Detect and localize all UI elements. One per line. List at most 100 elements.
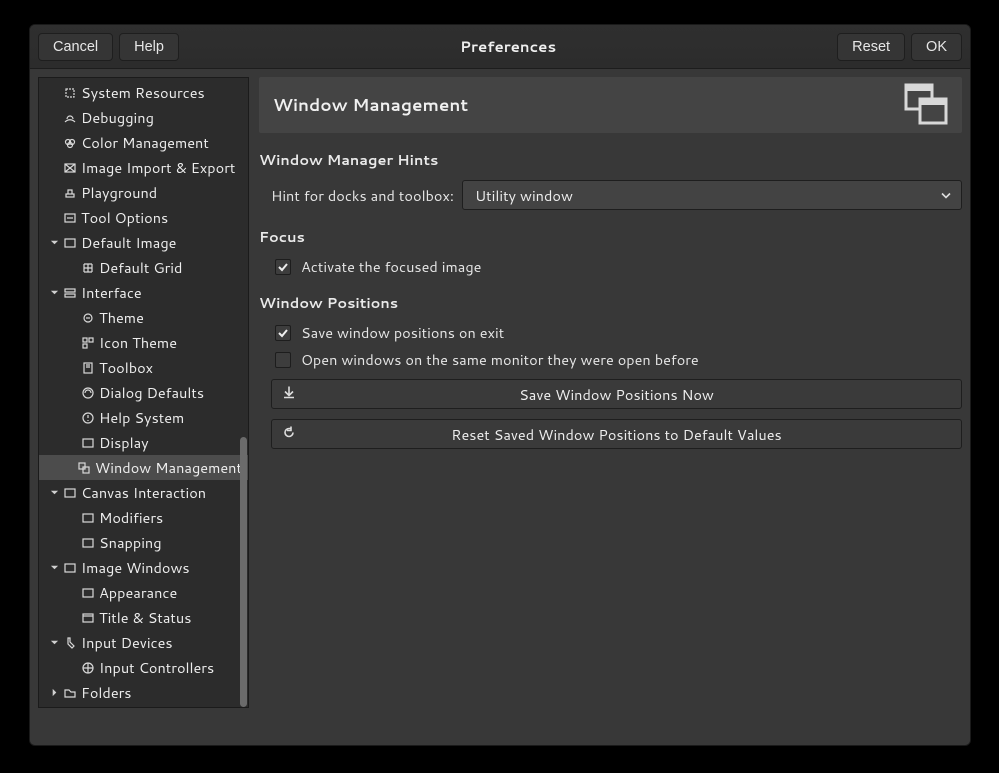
save-on-exit-row: Save window positions on exit bbox=[275, 322, 962, 343]
tree-item-icon bbox=[80, 310, 96, 326]
save-on-exit-label: Save window positions on exit bbox=[301, 322, 504, 343]
tree-item-label: Window Management bbox=[95, 457, 242, 478]
reset-positions-button[interactable]: Reset Saved Window Positions to Default … bbox=[271, 419, 962, 449]
tree-item-label: Theme bbox=[99, 307, 144, 328]
group-positions-title: Window Positions bbox=[259, 292, 962, 313]
tree-item-system-resources[interactable]: System Resources bbox=[39, 80, 248, 105]
tree-item-default-grid[interactable]: Default Grid bbox=[39, 255, 248, 280]
tree-item-color-management[interactable]: Color Management bbox=[39, 130, 248, 155]
tree-item-interface[interactable]: Interface bbox=[39, 280, 248, 305]
tree-item-default-image[interactable]: Default Image bbox=[39, 230, 248, 255]
tree-item-icon bbox=[62, 110, 78, 126]
save-on-exit-checkbox[interactable] bbox=[275, 325, 291, 341]
tree-item-toolbox[interactable]: Toolbox bbox=[39, 355, 248, 380]
tree-item-label: Toolbox bbox=[99, 357, 153, 378]
tree-item-theme[interactable]: Theme bbox=[39, 305, 248, 330]
tree-item-icon bbox=[80, 610, 96, 626]
tree-item-title-status[interactable]: Title & Status bbox=[39, 605, 248, 630]
tree-item-input-controllers[interactable]: Input Controllers bbox=[39, 655, 248, 680]
tree-item-debugging[interactable]: Debugging bbox=[39, 105, 248, 130]
tree-item-help-system[interactable]: Help System bbox=[39, 405, 248, 430]
tree-item-label: Help System bbox=[99, 407, 184, 428]
tree-item-icon bbox=[80, 360, 96, 376]
hint-select[interactable]: Utility window bbox=[462, 180, 962, 210]
help-button[interactable]: Help bbox=[119, 33, 179, 61]
tree-item-image-import-export[interactable]: Image Import & Export bbox=[39, 155, 248, 180]
reset-icon bbox=[282, 424, 296, 445]
tree-item-label: Default Image bbox=[81, 232, 176, 253]
sidebar-scrollbar-thumb[interactable] bbox=[240, 437, 247, 707]
window-management-icon bbox=[902, 81, 950, 134]
tree-item-icon bbox=[80, 260, 96, 276]
tree-item-label: Image Windows bbox=[81, 557, 190, 578]
expand-down-icon[interactable] bbox=[47, 561, 61, 575]
tree-item-canvas-interaction[interactable]: Canvas Interaction bbox=[39, 480, 248, 505]
expand-down-icon[interactable] bbox=[47, 636, 61, 650]
tree-item-label: Image Import & Export bbox=[81, 157, 235, 178]
tree-item-image-windows[interactable]: Image Windows bbox=[39, 555, 248, 580]
tree-item-display[interactable]: Display bbox=[39, 430, 248, 455]
tree-item-icon bbox=[62, 685, 78, 701]
tree-item-icon bbox=[80, 660, 96, 676]
save-positions-now-button[interactable]: Save Window Positions Now bbox=[271, 379, 962, 409]
expand-down-icon[interactable] bbox=[47, 486, 61, 500]
tree-item-icon bbox=[62, 635, 78, 651]
tree-item-label: Debugging bbox=[81, 107, 154, 128]
tree-item-appearance[interactable]: Appearance bbox=[39, 580, 248, 605]
tree-item-icon bbox=[62, 235, 78, 251]
tree-item-input-devices[interactable]: Input Devices bbox=[39, 630, 248, 655]
tree-item-label: Modifiers bbox=[99, 507, 163, 528]
tree-item-label: Appearance bbox=[99, 582, 177, 603]
tree-item-label: Default Grid bbox=[99, 257, 182, 278]
tree-item-icon bbox=[80, 535, 96, 551]
save-icon bbox=[282, 384, 296, 405]
tree-item-icon bbox=[62, 285, 78, 301]
same-monitor-row: Open windows on the same monitor they we… bbox=[275, 349, 962, 370]
expand-right-icon[interactable] bbox=[47, 686, 61, 700]
preferences-tree[interactable]: System ResourcesDebugging Color Managemen… bbox=[38, 77, 249, 708]
tree-item-label: Playground bbox=[81, 182, 157, 203]
tree-item-playground[interactable]: Playground bbox=[39, 180, 248, 205]
tree-item-icon-theme[interactable]: Icon Theme bbox=[39, 330, 248, 355]
group-focus-title: Focus bbox=[259, 226, 962, 247]
activate-focused-label: Activate the focused image bbox=[301, 256, 481, 277]
hint-row: Hint for docks and toolbox: Utility wind… bbox=[271, 180, 962, 210]
same-monitor-checkbox[interactable] bbox=[275, 352, 291, 368]
tree-item-label: Color Management bbox=[81, 132, 209, 153]
tree-item-folders[interactable]: Folders bbox=[39, 680, 248, 705]
tree-item-icon bbox=[80, 435, 96, 451]
activate-focused-checkbox[interactable] bbox=[275, 259, 291, 275]
tree-item-dialog-defaults[interactable]: Dialog Defaults bbox=[39, 380, 248, 405]
tree-item-icon bbox=[80, 385, 96, 401]
section-header: Window Management bbox=[259, 77, 962, 133]
tree-item-modifiers[interactable]: Modifiers bbox=[39, 505, 248, 530]
tree-item-window-management[interactable]: Window Management bbox=[39, 455, 248, 480]
dialog-body: System ResourcesDebugging Color Managemen… bbox=[30, 69, 970, 745]
ok-button[interactable]: OK bbox=[911, 33, 962, 61]
tree-item-icon bbox=[80, 585, 96, 601]
titlebar: Cancel Help Preferences Reset OK bbox=[30, 25, 970, 69]
tree-item-icon bbox=[76, 460, 92, 476]
tree-item-icon bbox=[62, 560, 78, 576]
expand-down-icon[interactable] bbox=[47, 236, 61, 250]
tree-item-icon bbox=[62, 185, 78, 201]
tree-item-icon bbox=[62, 210, 78, 226]
tree-item-icon bbox=[80, 410, 96, 426]
content-pane: Window Management Window Manager Hints H… bbox=[259, 77, 962, 737]
tree-item-label: Interface bbox=[81, 282, 142, 303]
tree-item-label: Folders bbox=[81, 682, 131, 703]
dialog-title: Preferences bbox=[179, 36, 837, 57]
cancel-button[interactable]: Cancel bbox=[38, 33, 113, 61]
reset-positions-label: Reset Saved Window Positions to Default … bbox=[272, 424, 961, 445]
tree-item-label: Canvas Interaction bbox=[81, 482, 206, 503]
group-wm-hints-title: Window Manager Hints bbox=[259, 149, 962, 170]
tree-item-label: Display bbox=[99, 432, 149, 453]
expand-down-icon[interactable] bbox=[47, 286, 61, 300]
activate-focused-row: Activate the focused image bbox=[275, 256, 962, 277]
hint-select-value: Utility window bbox=[475, 185, 573, 206]
tree-item-label: Tool Options bbox=[81, 207, 168, 228]
reset-button[interactable]: Reset bbox=[837, 33, 905, 61]
tree-item-tool-options[interactable]: Tool Options bbox=[39, 205, 248, 230]
tree-item-label: Dialog Defaults bbox=[99, 382, 204, 403]
tree-item-snapping[interactable]: Snapping bbox=[39, 530, 248, 555]
